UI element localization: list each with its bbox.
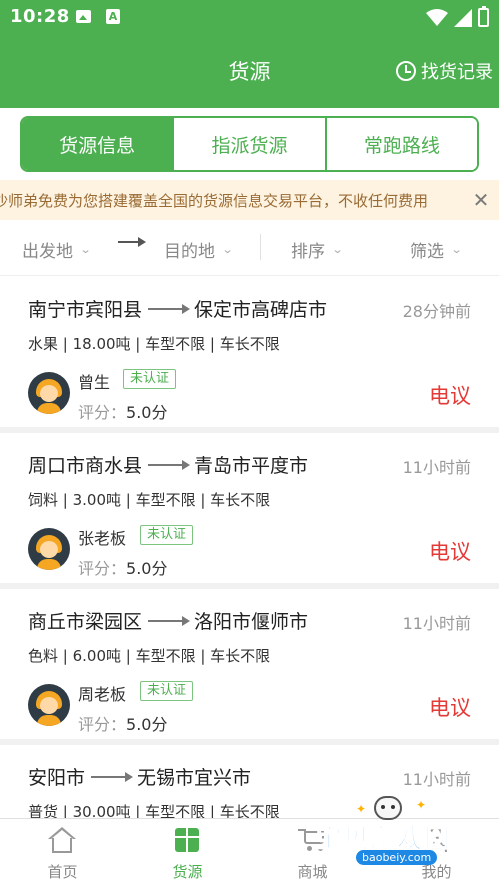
status-time: 10:28 xyxy=(10,6,70,27)
watermark: ✦ ✦ 宝贝游戏网 baobeiy.com xyxy=(296,792,496,870)
rating: 评分：5.0分 xyxy=(78,555,167,579)
route-destination: 无锡市宜兴市 xyxy=(137,767,252,789)
chevron-down-icon: ⌄ xyxy=(79,243,92,256)
route-destination: 洛阳市偃师市 xyxy=(194,611,309,633)
status-badge: 未认证 xyxy=(140,525,194,545)
list-item[interactable]: 周口市商水县 青岛市平度市 11小时前 饲料 | 3.00吨 | 车型不限 | … xyxy=(0,433,499,583)
rating-value: 5.0分 xyxy=(126,559,168,578)
arrow-right-icon xyxy=(148,459,191,470)
destination-label: 目的地 xyxy=(164,242,215,262)
route-origin: 安阳市 xyxy=(28,767,86,789)
chevron-down-icon: ⌄ xyxy=(331,243,344,256)
route-origin: 南宁市宾阳县 xyxy=(28,299,143,321)
chevron-down-icon: ⌄ xyxy=(450,243,463,256)
segment-tabs: 货源信息 指派货源 常跑路线 xyxy=(20,116,479,172)
notice-banner: ：沙师弟免费为您搭建覆盖全国的货源信息交易平台，不收任何费用 ✕ xyxy=(0,180,499,220)
signal-icon xyxy=(454,8,472,27)
rating: 评分：5.0分 xyxy=(78,711,167,735)
list-item[interactable]: 南宁市宾阳县 保定市高碑店市 28分钟前 水果 | 18.00吨 | 车型不限 … xyxy=(0,277,499,427)
price-negotiable: 电议 xyxy=(429,696,471,720)
nav-home[interactable]: 首页 xyxy=(0,819,125,887)
arrow-right-icon xyxy=(148,615,191,626)
image-notification-icon xyxy=(76,10,91,23)
route-destination: 青岛市平度市 xyxy=(194,455,309,477)
wifi-icon xyxy=(426,8,448,26)
post-time: 28分钟前 xyxy=(402,302,471,321)
rating: 评分：5.0分 xyxy=(78,399,167,423)
route: 周口市商水县 青岛市平度市 xyxy=(28,451,308,478)
route: 商丘市梁园区 洛阳市偃师市 xyxy=(28,607,308,634)
box-icon xyxy=(175,828,199,852)
screen-filter[interactable]: 筛选 ⌄ xyxy=(410,237,463,262)
route: 南宁市宾阳县 保定市高碑店市 xyxy=(28,295,327,322)
price-negotiable: 电议 xyxy=(429,540,471,564)
origin-label: 出发地 xyxy=(22,242,73,262)
sparkle-icon: ✦ xyxy=(416,798,427,812)
shipper-name: 周老板 xyxy=(78,685,127,704)
rating-label: 评分： xyxy=(78,715,127,734)
tab-assigned-cargo[interactable]: 指派货源 xyxy=(172,118,325,170)
shipper-name: 曾生 xyxy=(78,373,111,392)
nav-cargo[interactable]: 货源 xyxy=(125,819,250,887)
route-origin: 周口市商水县 xyxy=(28,455,143,477)
filter-bar: 出发地 ⌄ 目的地 ⌄ 排序 ⌄ 筛选 ⌄ xyxy=(0,220,499,276)
notice-text: ：沙师弟免费为您搭建覆盖全国的货源信息交易平台，不收任何费用 xyxy=(0,192,429,210)
avatar xyxy=(28,528,70,570)
status-icons xyxy=(426,6,489,27)
cargo-details: 水果 | 18.00吨 | 车型不限 | 车长不限 xyxy=(28,335,280,353)
rating-value: 5.0分 xyxy=(126,403,168,422)
tab-regular-routes[interactable]: 常跑路线 xyxy=(324,118,477,170)
route: 安阳市 无锡市宜兴市 xyxy=(28,763,251,790)
history-label: 找货记录 xyxy=(421,62,493,83)
close-icon[interactable]: ✕ xyxy=(463,180,499,220)
sparkle-icon: ✦ xyxy=(356,802,367,816)
cargo-details: 饲料 | 3.00吨 | 车型不限 | 车长不限 xyxy=(28,491,271,509)
app-header: 货源 找货记录 xyxy=(0,34,499,108)
rating-label: 评分： xyxy=(78,559,127,578)
filter-label: 筛选 xyxy=(410,242,444,262)
status-badge: 未认证 xyxy=(123,369,177,389)
rating-value: 5.0分 xyxy=(126,715,168,734)
arrow-right-icon xyxy=(148,303,191,314)
arrow-right-icon xyxy=(91,771,134,782)
route-origin: 商丘市梁园区 xyxy=(28,611,143,633)
cargo-details: 色料 | 6.00吨 | 车型不限 | 车长不限 xyxy=(28,647,271,665)
status-bar: 10:28 A xyxy=(0,0,499,34)
status-badge: 未认证 xyxy=(140,681,194,701)
divider xyxy=(260,234,261,260)
history-button[interactable]: 找货记录 xyxy=(396,58,493,84)
list-item[interactable]: 商丘市梁园区 洛阳市偃师市 11小时前 色料 | 6.00吨 | 车型不限 | … xyxy=(0,589,499,739)
chevron-down-icon: ⌄ xyxy=(221,243,234,256)
app-notification-icon: A xyxy=(106,9,120,24)
post-time: 11小时前 xyxy=(402,614,471,633)
sort-label: 排序 xyxy=(291,242,325,262)
avatar xyxy=(28,684,70,726)
avatar xyxy=(28,372,70,414)
tab-cargo-info[interactable]: 货源信息 xyxy=(22,118,173,170)
shipper-name: 张老板 xyxy=(78,529,127,548)
battery-icon xyxy=(478,6,489,27)
nav-cargo-label: 货源 xyxy=(172,863,203,881)
rating-label: 评分： xyxy=(78,403,127,422)
nav-home-label: 首页 xyxy=(47,863,78,881)
cargo-list: 南宁市宾阳县 保定市高碑店市 28分钟前 水果 | 18.00吨 | 车型不限 … xyxy=(0,277,499,818)
sort-filter[interactable]: 排序 ⌄ xyxy=(291,237,344,262)
cargo-details: 普货 | 30.00吨 | 车型不限 | 车长不限 xyxy=(28,803,280,818)
destination-filter[interactable]: 目的地 ⌄ xyxy=(164,237,234,262)
game-mascot-icon xyxy=(374,796,402,820)
post-time: 11小时前 xyxy=(402,770,471,789)
price-negotiable: 电议 xyxy=(429,384,471,408)
route-destination: 保定市高碑店市 xyxy=(194,299,328,321)
watermark-url: baobeiy.com xyxy=(356,850,438,865)
home-icon xyxy=(48,827,76,853)
post-time: 11小时前 xyxy=(402,458,471,477)
arrow-right-icon xyxy=(118,237,146,247)
origin-filter[interactable]: 出发地 ⌄ xyxy=(22,237,92,262)
clock-icon xyxy=(396,61,416,81)
